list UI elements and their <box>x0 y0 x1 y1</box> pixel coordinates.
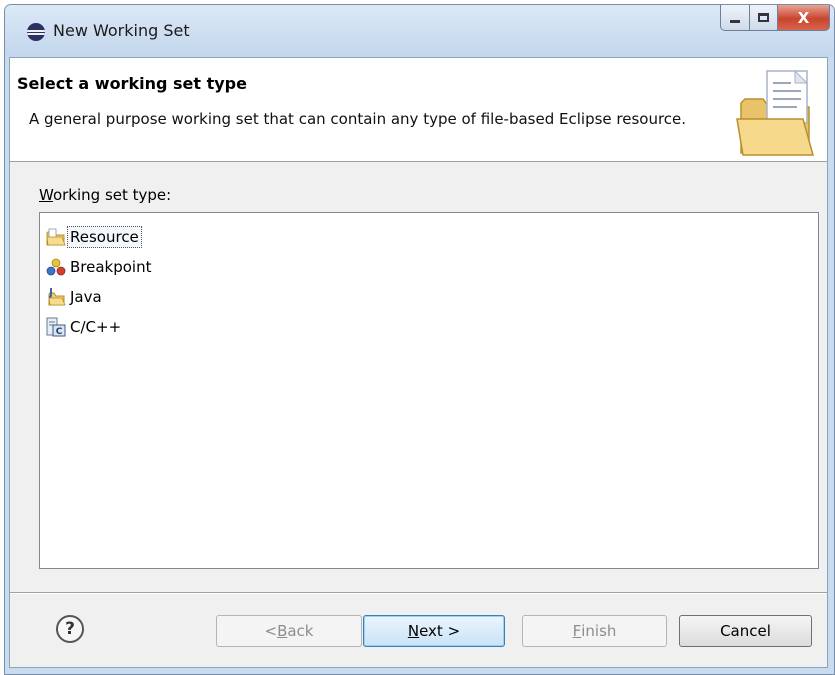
minimize-icon <box>730 20 740 23</box>
list-item-resource[interactable]: Resource <box>46 225 145 249</box>
eclipse-icon <box>27 23 45 41</box>
maximize-button[interactable] <box>750 5 778 31</box>
list-item-cpp[interactable]: C C/C++ <box>46 315 127 339</box>
help-button[interactable]: ? <box>56 615 84 643</box>
folder-document-icon <box>733 63 819 157</box>
header-banner: Select a working set type A general purp… <box>10 58 827 162</box>
svg-text:C: C <box>56 327 63 337</box>
finish-button-label: inish <box>581 622 617 640</box>
list-item-label: Breakpoint <box>70 258 152 276</box>
back-button-prefix: < <box>264 622 278 640</box>
list-item-breakpoint[interactable]: Breakpoint <box>46 255 158 279</box>
close-icon: X <box>797 8 810 27</box>
page-description: A general purpose working set that can c… <box>29 110 687 128</box>
next-button-label: ext > <box>419 622 461 640</box>
back-button[interactable]: < Back <box>216 615 362 647</box>
resource-folder-icon <box>46 227 66 247</box>
maximize-icon <box>758 13 769 22</box>
footer-divider <box>10 592 827 594</box>
finish-button-mnemonic: F <box>572 622 582 640</box>
working-set-type-list[interactable]: Resource Breakpoint Java C C/C++ <box>39 212 819 569</box>
finish-button[interactable]: Finish <box>522 615 667 647</box>
back-button-mnemonic: B <box>277 622 288 640</box>
dialog-body: Select a working set type A general purp… <box>9 57 828 668</box>
next-button[interactable]: Next > <box>363 615 505 647</box>
list-item-label: Resource <box>67 226 142 248</box>
help-icon: ? <box>65 619 75 639</box>
title-bar[interactable]: New Working Set X <box>5 5 834 57</box>
list-item-java[interactable]: Java <box>46 285 108 309</box>
list-item-label: C/C++ <box>70 318 122 336</box>
working-set-type-label: Working set type: <box>39 186 171 204</box>
new-working-set-window: New Working Set X Select a working set t… <box>4 4 835 675</box>
next-button-mnemonic: N <box>407 622 420 640</box>
label-text: orking set type: <box>52 186 172 204</box>
label-mnemonic: W <box>39 186 53 204</box>
page-title: Select a working set type <box>17 74 247 93</box>
back-button-label: ack <box>287 622 314 640</box>
window-title: New Working Set <box>53 21 190 40</box>
cancel-button-label: Cancel <box>720 622 771 640</box>
breakpoint-icon <box>46 257 66 277</box>
close-button[interactable]: X <box>778 5 830 31</box>
java-package-icon <box>46 287 66 307</box>
cpp-project-icon: C <box>46 317 66 337</box>
list-item-label: Java <box>70 288 102 306</box>
window-controls: X <box>720 5 830 31</box>
minimize-button[interactable] <box>720 5 750 31</box>
cancel-button[interactable]: Cancel <box>679 615 812 647</box>
